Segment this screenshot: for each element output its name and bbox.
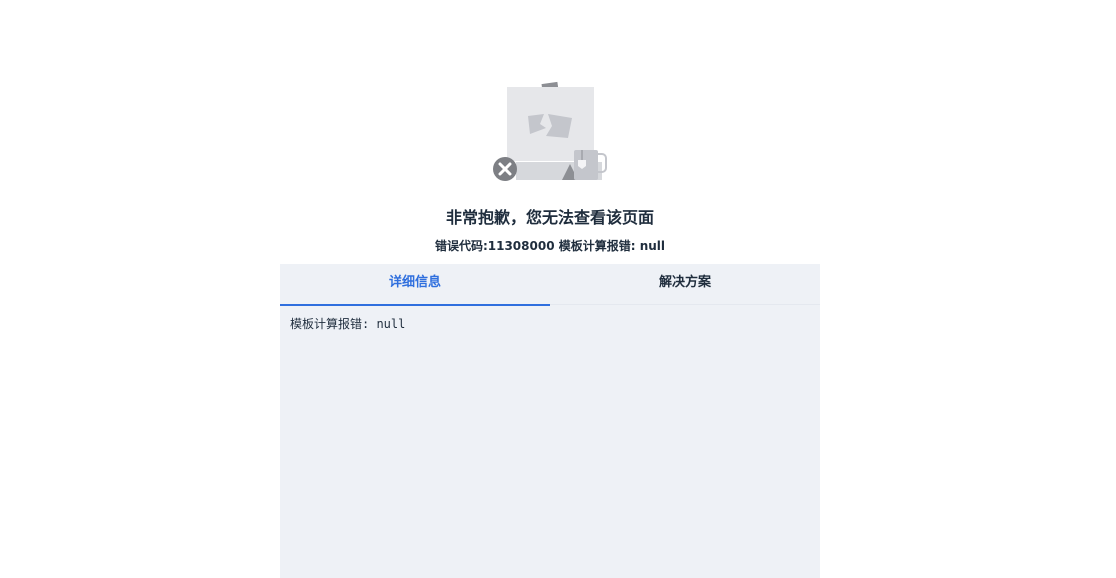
- tab-bar: 详细信息 解决方案: [280, 264, 820, 306]
- tab-details[interactable]: 详细信息: [280, 264, 550, 306]
- broken-image-illustration: [488, 78, 612, 186]
- error-title: 非常抱歉，您无法查看该页面: [445, 208, 654, 227]
- error-detail-text: 模板计算报错: null: [290, 317, 406, 331]
- tab-solution[interactable]: 解决方案: [550, 264, 820, 304]
- error-page: 非常抱歉，您无法查看该页面 错误代码:11308000 模板计算报错: null…: [0, 0, 1116, 578]
- error-detail-panel: 详细信息 解决方案 模板计算报错: null: [280, 264, 820, 578]
- error-code: 错误代码:11308000 模板计算报错: null: [434, 239, 666, 253]
